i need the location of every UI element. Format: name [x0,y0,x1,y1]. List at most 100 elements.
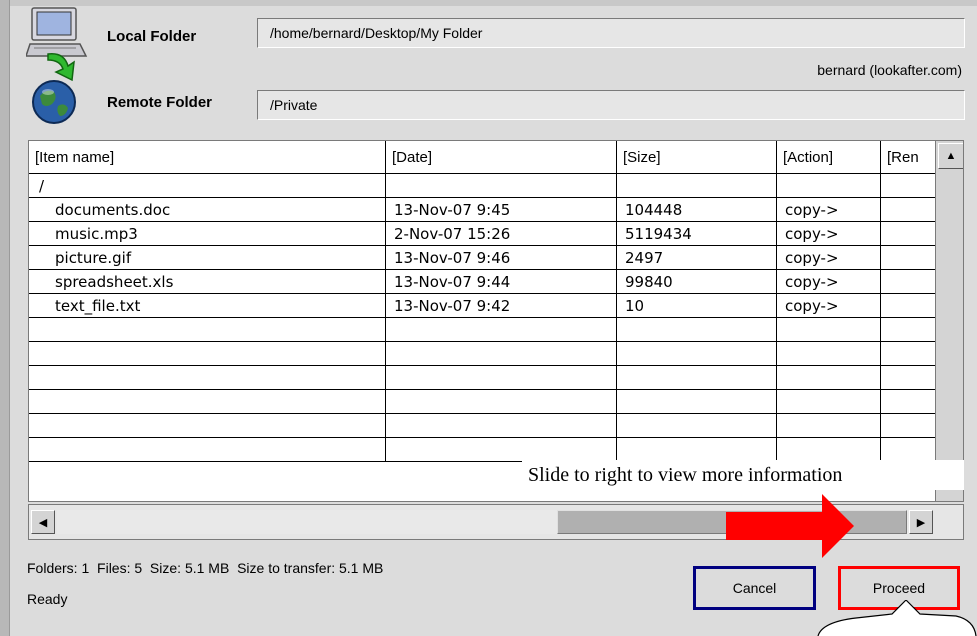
cell-empty [881,174,941,198]
cell-empty [617,390,777,414]
cell-date: 2-Nov-07 15:26 [386,222,617,246]
window-left-edge [0,0,10,636]
status-state: Ready [27,591,68,607]
arrow-up-icon: ▲ [945,150,957,162]
column-header-action[interactable]: [Action] [777,141,881,174]
cancel-button[interactable]: Cancel [693,566,816,610]
vertical-scrollbar[interactable]: ▲ [935,141,963,501]
cell-date: 13-Nov-07 9:42 [386,294,617,318]
cell-size: 104448 [617,198,777,222]
table-row-empty[interactable] [29,438,963,462]
cell-empty [29,366,386,390]
cell-action: copy-> [777,222,881,246]
table-row[interactable]: picture.gif 13-Nov-07 9:46 2497 copy-> [29,246,963,270]
cell-empty [777,342,881,366]
arrow-left-icon: ◀ [38,516,48,529]
cell-empty [777,438,881,462]
cell-empty [777,414,881,438]
cell-empty [881,414,941,438]
cell-empty [881,438,941,462]
cell-empty [386,390,617,414]
table-row-root[interactable]: / [29,174,963,198]
scroll-right-button[interactable]: ▶ [909,510,933,534]
cell-size: 5119434 [617,222,777,246]
column-header-item-name[interactable]: [Item name] [29,141,386,174]
annotation-tip: Slide to right to view more information [522,460,964,490]
cell-empty [29,390,386,414]
cell-size: 2497 [617,246,777,270]
local-folder-path[interactable]: /home/bernard/Desktop/My Folder [257,18,965,48]
cell-empty [29,414,386,438]
arrow-right-icon: ▶ [916,516,926,529]
table-row-empty[interactable] [29,390,963,414]
table-row-empty[interactable] [29,342,963,366]
cell-empty [881,342,941,366]
cell-empty [617,414,777,438]
cell-action: copy-> [777,198,881,222]
table-row[interactable]: music.mp3 2-Nov-07 15:26 5119434 copy-> [29,222,963,246]
cell-empty [881,270,941,294]
cell-empty [386,174,617,198]
cell-action: copy-> [777,246,881,270]
cell-empty [881,294,941,318]
scroll-left-button[interactable]: ◀ [31,510,55,534]
cell-empty [617,438,777,462]
cell-size: 10 [617,294,777,318]
local-folder-label: Local Folder [107,28,197,45]
cell-empty [881,366,941,390]
status-summary: Folders: 1 Files: 5 Size: 5.1 MB Size to… [27,560,384,576]
cell-empty [29,318,386,342]
cell-empty [777,366,881,390]
table-row-empty[interactable] [29,366,963,390]
sync-window: Local Folder Remote Folder /home/bernard… [0,0,977,636]
file-table: [Item name] [Date] [Size] [Action] [Ren … [28,140,964,502]
table-row-empty[interactable] [29,318,963,342]
cell-empty [29,438,386,462]
remote-folder-label: Remote Folder [107,94,213,111]
red-arrow-annotation [724,490,856,562]
table-row[interactable]: spreadsheet.xls 13-Nov-07 9:44 99840 copy-> [29,270,963,294]
cell-empty [386,366,617,390]
cell-action: copy-> [777,294,881,318]
cell-empty [881,222,941,246]
cell-empty [617,342,777,366]
cell-action: copy-> [777,270,881,294]
column-header-date[interactable]: [Date] [386,141,617,174]
cell-date: 13-Nov-07 9:44 [386,270,617,294]
cell-empty [881,390,941,414]
cell-empty [386,438,617,462]
cell-empty [386,414,617,438]
column-header-rename[interactable]: [Ren [881,141,941,174]
cell-name: documents.doc [29,198,386,222]
cell-empty [617,366,777,390]
remote-folder-path[interactable]: /Private [257,90,965,120]
cell-name: / [29,174,386,198]
cell-size: 99840 [617,270,777,294]
cell-empty [29,342,386,366]
table-row[interactable]: text_file.txt 13-Nov-07 9:42 10 copy-> [29,294,963,318]
cell-name: music.mp3 [29,222,386,246]
cell-empty [777,174,881,198]
table-row-empty[interactable] [29,414,963,438]
scroll-up-button[interactable]: ▲ [938,143,963,169]
cell-name: picture.gif [29,246,386,270]
table-row[interactable]: documents.doc 13-Nov-07 9:45 104448 copy-> [29,198,963,222]
cell-empty [881,246,941,270]
cell-empty [617,318,777,342]
cell-empty [777,318,881,342]
column-header-size[interactable]: [Size] [617,141,777,174]
cell-date: 13-Nov-07 9:46 [386,246,617,270]
cell-empty [881,198,941,222]
cursor-callout [816,599,977,636]
account-label: bernard (lookafter.com) [817,62,962,78]
cell-empty [881,318,941,342]
cell-empty [386,342,617,366]
cell-date: 13-Nov-07 9:45 [386,198,617,222]
globe-icon [30,78,78,126]
cell-empty [386,318,617,342]
cell-empty [777,390,881,414]
cell-name: text_file.txt [29,294,386,318]
cell-empty [617,174,777,198]
window-top-edge [0,0,977,6]
cell-name: spreadsheet.xls [29,270,386,294]
